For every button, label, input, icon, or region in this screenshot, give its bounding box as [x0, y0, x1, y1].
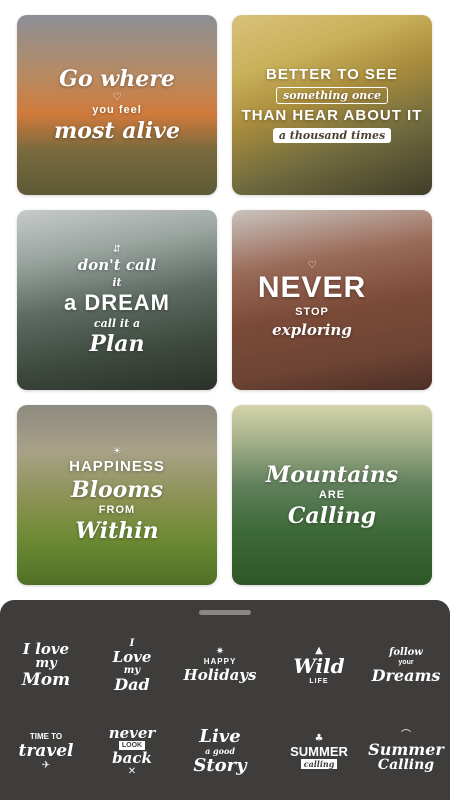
heart-icon: ♡	[307, 260, 317, 271]
sticker-line: back	[112, 749, 152, 767]
dolphin-icon: ⌒	[401, 729, 411, 741]
quote-text: ⇵ don't call it a DREAM call it a Plan	[64, 244, 170, 357]
sticker-line: Love	[112, 647, 152, 666]
sticker-line: Holidays	[183, 666, 257, 684]
quote-card-never-stop[interactable]: ♡ NEVER STOP exploring	[232, 210, 432, 390]
sticker-panel: I love my Mom I Love my Dad ✷ HAPPY Holi…	[0, 600, 450, 800]
heart-icon: ♡	[112, 92, 122, 103]
sticker-follow-dreams[interactable]: follow your Dreams	[368, 632, 444, 698]
sticker-line: Dad	[114, 674, 150, 694]
sticker-line: I love	[22, 640, 70, 658]
quote-text: ♡ NEVER STOP exploring	[258, 260, 366, 340]
sticker-line: TIME TO	[29, 731, 63, 741]
sticker-line: SUMMER	[290, 744, 348, 759]
quote-line: Within	[75, 518, 159, 544]
quote-line: it	[112, 275, 122, 289]
quote-line: ARE	[318, 488, 346, 501]
quote-text: BETTER TO SEE something once THAN HEAR A…	[242, 65, 423, 145]
sticker-line: Story	[193, 755, 247, 776]
quote-line: STOP	[295, 306, 329, 318]
sun-icon: ☀	[112, 446, 122, 457]
sticker-line: my	[35, 656, 57, 671]
quote-card-happiness[interactable]: ☀ HAPPINESS Blooms FROM Within	[17, 405, 217, 585]
sticker-love-mom[interactable]: I love my Mom	[8, 632, 84, 698]
cross-icon: ✕	[127, 766, 137, 777]
sticker-never-look-back[interactable]: never LOOK back ✕	[94, 718, 170, 784]
sticker-love-dad[interactable]: I Love my Dad	[94, 632, 170, 698]
quote-line: a thousand times	[272, 128, 392, 143]
sticker-happy-holidays[interactable]: ✷ HAPPY Holidays	[182, 632, 258, 698]
sticker-live-good-story[interactable]: Live a good Story	[182, 718, 258, 784]
quote-text: Go where ♡ you feel most alive	[54, 66, 180, 144]
quote-line: Blooms	[71, 477, 163, 503]
quote-line: Go where	[59, 66, 175, 92]
quote-line: most alive	[54, 118, 180, 144]
sticker-line: Mom	[21, 670, 71, 690]
quote-card-dream-plan[interactable]: ⇵ don't call it a DREAM call it a Plan	[17, 210, 217, 390]
quote-line: Mountains	[265, 461, 399, 488]
sticker-line: Wild	[293, 653, 345, 678]
mountain-icon: ▲	[315, 644, 323, 656]
quote-line: NEVER	[257, 271, 367, 304]
arrows-icon: ⇵	[112, 243, 122, 255]
quote-card-mountains[interactable]: Mountains ARE Calling	[232, 405, 432, 585]
sticker-line: travel	[18, 740, 74, 761]
sticker-line: I	[129, 637, 135, 649]
quote-card-better-to-see[interactable]: BETTER TO SEE something once THAN HEAR A…	[232, 15, 432, 195]
quote-line: exploring	[272, 321, 352, 339]
sun-icon: ✷	[215, 646, 225, 657]
drag-handle[interactable]	[199, 610, 251, 615]
quote-line: Calling	[287, 502, 377, 529]
sticker-summer-calling-caps[interactable]: ♣ SUMMER calling	[281, 718, 357, 784]
quote-text: Mountains ARE Calling	[266, 462, 398, 529]
quote-line: call it a	[93, 316, 141, 330]
palm-tree-icon: ♣	[314, 733, 324, 744]
sticker-summer-calling-script[interactable]: ⌒ Summer Calling	[368, 718, 444, 784]
sticker-line: never	[108, 724, 156, 742]
sticker-line: Dreams	[371, 665, 441, 685]
sticker-line: Live	[199, 726, 241, 747]
quote-line: you feel	[92, 104, 142, 116]
quote-card-go-where[interactable]: Go where ♡ you feel most alive	[17, 15, 217, 195]
sticker-line: Summer	[368, 739, 444, 759]
sticker-line: LIFE	[309, 677, 329, 685]
sticker-line: Calling	[377, 756, 435, 773]
sticker-time-to-travel[interactable]: TIME TO travel ✈	[8, 718, 84, 784]
quote-card-grid: Go where ♡ you feel most alive BETTER TO…	[0, 0, 450, 600]
quote-line: Plan	[89, 330, 145, 357]
sticker-wild-life[interactable]: ▲ Wild LIFE	[281, 632, 357, 698]
quote-line: don't call	[77, 255, 157, 274]
quote-line: a DREAM	[63, 289, 170, 315]
sticker-line: my	[123, 664, 141, 676]
quote-line: THAN HEAR ABOUT IT	[241, 107, 423, 124]
quote-line: FROM	[98, 504, 136, 516]
sticker-line: follow	[389, 646, 423, 658]
quote-line: something once	[276, 87, 388, 104]
airplane-icon: ✈	[41, 759, 51, 771]
sticker-line: calling	[300, 759, 338, 769]
quote-text: ☀ HAPPINESS Blooms FROM Within	[69, 446, 165, 544]
quote-line: HAPPINESS	[69, 458, 165, 475]
quote-line: BETTER TO SEE	[266, 66, 398, 83]
